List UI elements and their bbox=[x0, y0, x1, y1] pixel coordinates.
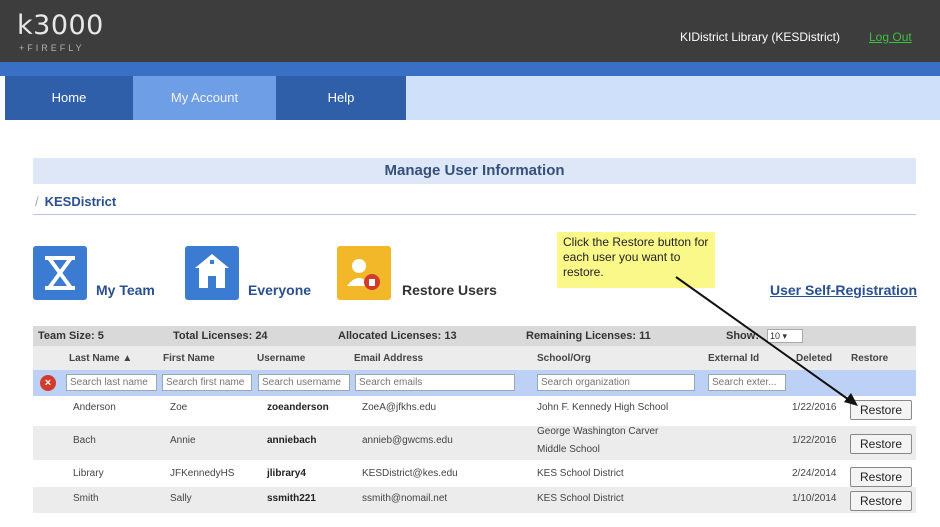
cell-school: KES School District bbox=[537, 493, 624, 504]
self-registration-link[interactable]: User Self-Registration bbox=[770, 282, 917, 298]
my-team-button[interactable] bbox=[33, 246, 87, 300]
page-size-value: 10 bbox=[770, 331, 781, 341]
cell-email: KESDistrict@kes.edu bbox=[362, 468, 458, 479]
page-title: Manage User Information bbox=[33, 158, 916, 184]
cell-deleted: 2/24/2014 bbox=[792, 468, 837, 479]
divider bbox=[33, 214, 916, 215]
cell-first-name: Zoe bbox=[170, 402, 188, 413]
table-row: Library JFKennedyHS jlibrary4 KESDistric… bbox=[33, 460, 916, 487]
tab-help[interactable]: Help bbox=[276, 76, 406, 120]
my-team-label[interactable]: My Team bbox=[96, 282, 155, 298]
school-icon bbox=[195, 254, 229, 288]
help-callout: Click the Restore button for each user y… bbox=[557, 232, 715, 288]
breadcrumb-separator: / bbox=[35, 194, 39, 209]
restore-button[interactable]: Restore bbox=[850, 467, 912, 487]
cell-last-name: Bach bbox=[73, 435, 96, 446]
team-size: Team Size: 5 bbox=[38, 330, 104, 342]
restore-button[interactable]: Restore bbox=[850, 400, 912, 420]
cell-username[interactable]: zoeanderson bbox=[267, 402, 329, 413]
show-label: Show: bbox=[726, 330, 759, 342]
restore-button[interactable]: Restore bbox=[850, 434, 912, 454]
page-size-select[interactable]: 10 ▾ bbox=[767, 329, 803, 343]
cell-username[interactable]: ssmith221 bbox=[267, 493, 316, 504]
organization-filter[interactable] bbox=[537, 374, 695, 391]
logout-link[interactable]: Log Out bbox=[869, 30, 912, 44]
restore-users-label[interactable]: Restore Users bbox=[402, 282, 497, 298]
top-bar: k3000 +FIREFLY KIDistrict Library (KESDi… bbox=[0, 0, 940, 62]
cell-username[interactable]: anniebach bbox=[267, 435, 316, 446]
first-name-filter[interactable] bbox=[162, 374, 252, 391]
table-header: Last Name ▲ First Name Username Email Ad… bbox=[33, 346, 916, 370]
table-row: Anderson Zoe zoeanderson ZoeA@jfkhs.edu … bbox=[33, 396, 916, 426]
cell-deleted: 1/10/2014 bbox=[792, 493, 837, 504]
col-school[interactable]: School/Org bbox=[537, 353, 591, 364]
cell-first-name: Sally bbox=[170, 493, 192, 504]
cell-deleted: 1/22/2016 bbox=[792, 402, 837, 413]
email-filter[interactable] bbox=[355, 374, 515, 391]
total-licenses: Total Licenses: 24 bbox=[173, 330, 268, 342]
district-name: KIDistrict Library (KESDistrict) bbox=[680, 30, 841, 44]
col-external-id[interactable]: External Id bbox=[708, 353, 759, 364]
cell-school: George Washington Carver bbox=[537, 426, 659, 437]
clear-filters-icon[interactable]: × bbox=[40, 375, 56, 391]
nav-strip bbox=[0, 62, 940, 76]
everyone-button[interactable] bbox=[185, 246, 239, 300]
col-first-name[interactable]: First Name bbox=[163, 353, 215, 364]
tab-my-account[interactable]: My Account bbox=[133, 76, 276, 120]
col-email[interactable]: Email Address bbox=[354, 353, 423, 364]
table-row: Smith Sally ssmith221 ssmith@nomail.net … bbox=[33, 487, 916, 513]
breadcrumb-item[interactable]: KESDistrict bbox=[45, 194, 117, 209]
cell-last-name: Anderson bbox=[73, 402, 116, 413]
restore-button[interactable]: Restore bbox=[850, 491, 912, 511]
cell-school: John F. Kennedy High School bbox=[537, 402, 669, 413]
cell-school-line2: Middle School bbox=[537, 444, 600, 455]
nav-filler bbox=[406, 76, 940, 120]
tab-home[interactable]: Home bbox=[5, 76, 133, 120]
cell-last-name: Smith bbox=[73, 493, 99, 504]
remaining-licenses: Remaining Licenses: 11 bbox=[526, 330, 651, 342]
external-id-filter[interactable] bbox=[708, 374, 786, 391]
restore-users-button[interactable] bbox=[337, 246, 391, 300]
col-restore: Restore bbox=[851, 353, 889, 364]
cell-first-name: Annie bbox=[170, 435, 196, 446]
table-row: Bach Annie anniebach annieb@gwcms.edu Ge… bbox=[33, 426, 916, 460]
app-logo: k3000 bbox=[17, 10, 104, 41]
username-filter[interactable] bbox=[258, 374, 350, 391]
allocated-licenses: Allocated Licenses: 13 bbox=[338, 330, 457, 342]
cell-email: ssmith@nomail.net bbox=[362, 493, 448, 504]
last-name-filter[interactable] bbox=[66, 374, 157, 391]
app-logo-sub: +FIREFLY bbox=[19, 43, 85, 53]
cell-last-name: Library bbox=[73, 468, 104, 479]
restore-user-icon bbox=[347, 259, 380, 290]
cell-email: annieb@gwcms.edu bbox=[362, 435, 453, 446]
cell-username[interactable]: jlibrary4 bbox=[267, 468, 306, 479]
cell-school: KES School District bbox=[537, 468, 624, 479]
col-last-name[interactable]: Last Name ▲ bbox=[69, 353, 132, 364]
team-icon bbox=[45, 256, 75, 290]
chevron-down-icon: ▾ bbox=[782, 331, 788, 341]
cell-first-name: JFKennedyHS bbox=[170, 468, 235, 479]
everyone-label[interactable]: Everyone bbox=[248, 282, 311, 298]
cell-email: ZoeA@jfkhs.edu bbox=[362, 402, 437, 413]
cell-deleted: 1/22/2016 bbox=[792, 435, 837, 446]
breadcrumb: / KESDistrict bbox=[35, 194, 116, 209]
col-username[interactable]: Username bbox=[257, 353, 305, 364]
col-deleted[interactable]: Deleted bbox=[796, 353, 832, 364]
